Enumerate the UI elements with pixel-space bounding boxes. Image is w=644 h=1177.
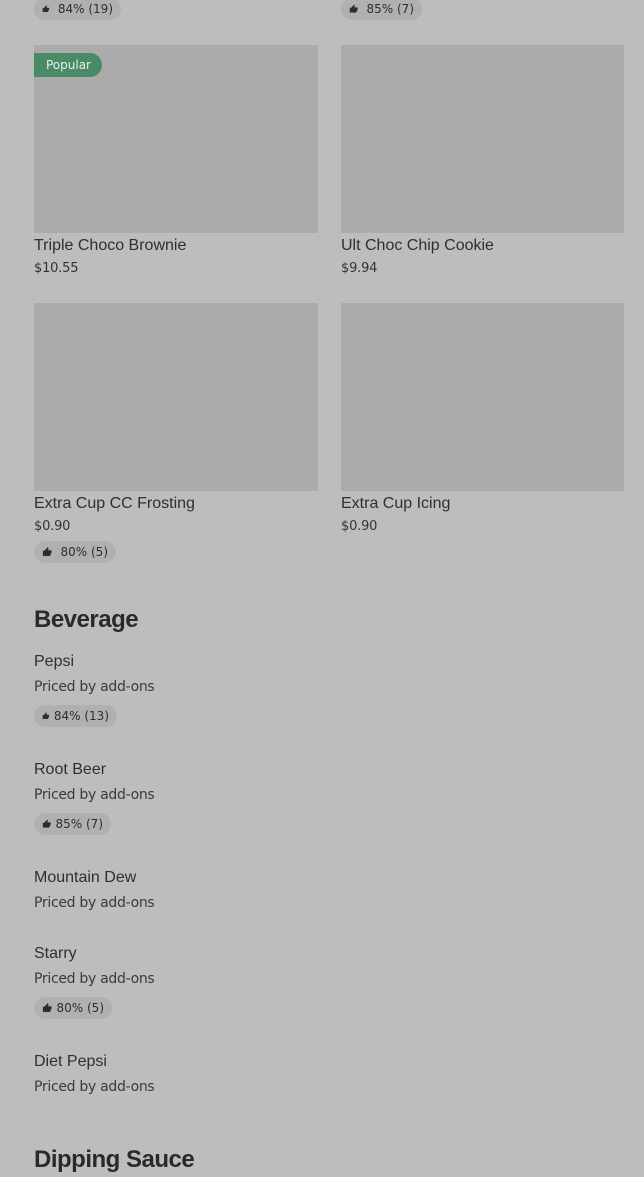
thumbs-up-icon xyxy=(42,5,50,12)
thumbs-up-icon xyxy=(42,819,51,828)
menu-item-name[interactable]: Root Beer xyxy=(34,761,106,779)
menu-item-name[interactable]: Diet Pepsi xyxy=(34,1053,107,1071)
product-price: $0.90 xyxy=(34,519,71,534)
rating-badge: 85% (7) xyxy=(341,0,422,20)
product-name[interactable]: Triple Choco Brownie xyxy=(34,237,186,255)
section-title-beverage: Beverage xyxy=(34,606,139,633)
popular-tag: Popular xyxy=(34,53,102,77)
thumbs-up-icon xyxy=(42,547,52,556)
rating-badge: 85% (7) xyxy=(34,813,111,835)
menu-item-subtitle: Priced by add-ons xyxy=(34,895,155,911)
menu-item-subtitle: Priced by add-ons xyxy=(34,787,155,803)
thumbs-up-icon xyxy=(349,4,358,13)
menu-item-name[interactable]: Pepsi xyxy=(34,653,74,671)
product-price: $0.90 xyxy=(341,519,378,534)
thumbs-up-icon xyxy=(42,1003,52,1012)
product-image[interactable] xyxy=(341,303,624,491)
product-name[interactable]: Extra Cup CC Frosting xyxy=(34,495,195,513)
rating-badge: 84% (19) xyxy=(34,0,121,20)
product-price: $10.55 xyxy=(34,261,79,276)
rating-text: 80% (5) xyxy=(60,545,108,559)
menu-item-subtitle: Priced by add-ons xyxy=(34,1079,155,1095)
menu-item-subtitle: Priced by add-ons xyxy=(34,971,155,987)
menu-item-name[interactable]: Starry xyxy=(34,945,77,963)
rating-text: 85% (7) xyxy=(366,2,414,16)
menu-item-name[interactable]: Mountain Dew xyxy=(34,869,136,887)
product-image[interactable] xyxy=(341,45,624,233)
rating-text: 80% (5) xyxy=(56,1001,104,1015)
rating-badge: 84% (13) xyxy=(34,705,117,727)
menu-item-subtitle: Priced by add-ons xyxy=(34,679,155,695)
rating-badge: 80% (5) xyxy=(34,541,116,563)
rating-text: 85% (7) xyxy=(55,817,103,831)
product-image[interactable] xyxy=(34,303,318,491)
product-price: $9.94 xyxy=(341,261,378,276)
rating-badge: 80% (5) xyxy=(34,997,112,1019)
product-name[interactable]: Ult Choc Chip Cookie xyxy=(341,237,494,255)
rating-text: 84% (13) xyxy=(53,709,109,723)
section-title-dipping-sauce: Dipping Sauce xyxy=(34,1146,195,1173)
product-name[interactable]: Extra Cup Icing xyxy=(341,495,450,513)
thumbs-up-icon xyxy=(42,712,50,719)
rating-text: 84% (19) xyxy=(57,2,113,16)
